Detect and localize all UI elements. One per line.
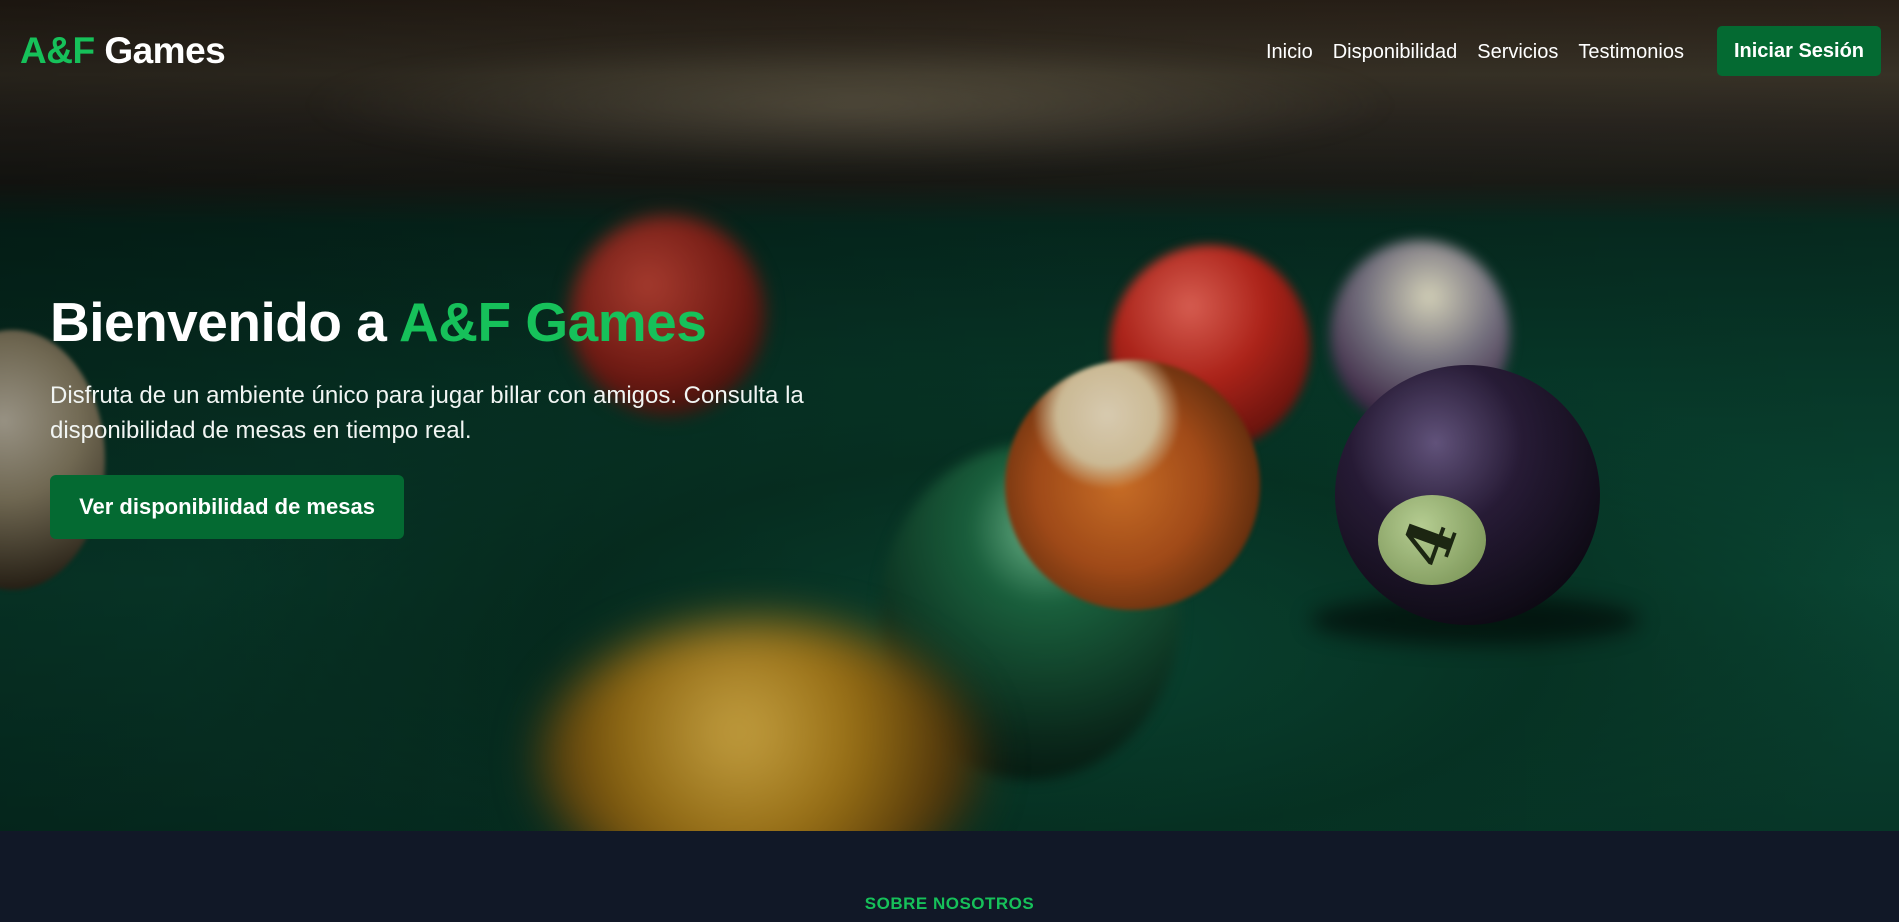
hero-subtitle: Disfruta de un ambiente único para jugar… [50, 382, 804, 444]
navbar: A&F Games Inicio Disponibilidad Servicio… [0, 0, 1899, 106]
about-section: SOBRE NOSOTROS [0, 831, 1899, 922]
purple-ball-image [1335, 365, 1600, 625]
login-button[interactable]: Iniciar Sesión [1717, 26, 1881, 76]
hero-title-accent: A&F Games [399, 291, 707, 353]
brand-logo[interactable]: A&F Games [20, 30, 226, 72]
hero-title: Bienvenido a A&F Games [50, 290, 850, 354]
nav-link-testimonios[interactable]: Testimonios [1578, 41, 1684, 64]
nav-link-inicio[interactable]: Inicio [1266, 41, 1313, 64]
nav-link-servicios[interactable]: Servicios [1477, 41, 1558, 64]
view-availability-button[interactable]: Ver disponibilidad de mesas [50, 475, 404, 539]
orange-stripe-ball-image [1005, 360, 1260, 610]
about-label: SOBRE NOSOTROS [864, 894, 1035, 913]
brand-accent: A&F [20, 30, 95, 71]
brand-rest: Games [94, 30, 226, 71]
hero-content: Bienvenido a A&F Games Disfruta de un am… [50, 290, 850, 539]
hero-title-prefix: Bienvenido a [50, 291, 400, 353]
nav-link-disponibilidad[interactable]: Disponibilidad [1333, 41, 1458, 64]
nav-links: Inicio Disponibilidad Servicios Testimon… [1266, 41, 1704, 64]
